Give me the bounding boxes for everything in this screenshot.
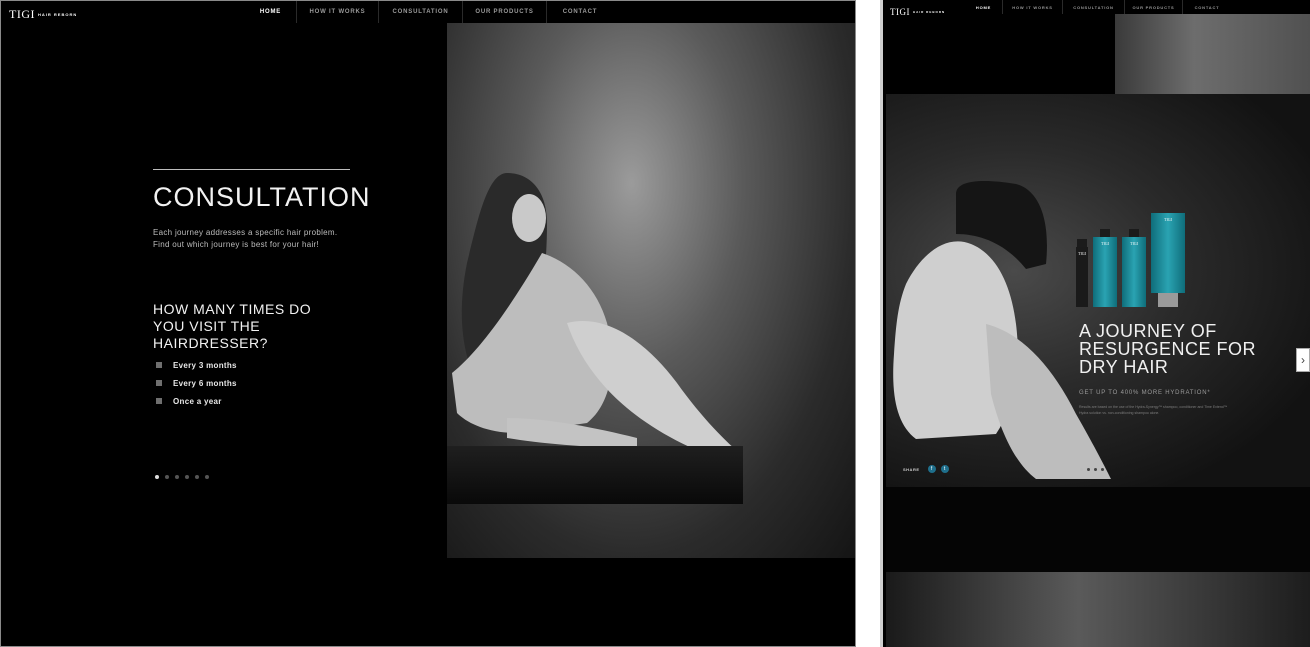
logo-sub-text: HAIR REBORN [913,10,946,14]
chevron-right-icon: › [1301,353,1305,367]
product-lineup: TIGI TIGI TIGI TIGI [1076,213,1190,307]
product-brand: TIGI [1101,241,1109,246]
nav-consultation[interactable]: CONSULTATION [379,1,463,23]
twitter-icon[interactable]: t [940,465,949,473]
checkbox-icon[interactable] [156,362,162,368]
nav-how-it-works[interactable]: HOW IT WORKS [1003,0,1063,14]
nav-consultation[interactable]: CONSULTATION [1063,0,1125,14]
quiz-options: Every 3 months Every 6 months Once a yea… [156,356,237,410]
option-label: Every 6 months [173,378,237,388]
next-slide-arrow-icon[interactable]: › [1296,348,1310,372]
pagination-dot-1[interactable] [1080,468,1083,471]
product-tube-small: TIGI [1076,239,1088,307]
pagination-dot-5[interactable] [195,475,199,479]
nav-home[interactable]: HOME [245,1,297,23]
option-label: Once a year [173,396,222,406]
consultation-description: Each journey addresses a specific hair p… [153,228,338,249]
nav-contact[interactable]: CONTACT [547,1,613,23]
logo-main-text: TIGI [9,7,35,21]
pagination-dot-2[interactable] [1087,468,1090,471]
heading-divider [153,169,350,170]
pagination-dot-1[interactable] [155,475,159,479]
fine-print: Results are based on the use of the Hydr… [1079,405,1228,415]
pagination-dot-4[interactable] [1101,468,1104,471]
lower-band [886,487,1310,572]
top-nav-bar: TIGI HAIR REBORN HOME HOW IT WORKS CONSUL… [1,1,855,23]
product-brand: TIGI [1130,241,1138,246]
nav-contact[interactable]: CONTACT [1183,0,1231,14]
nav-how-it-works[interactable]: HOW IT WORKS [297,1,379,23]
option-every-3-months[interactable]: Every 3 months [156,356,237,374]
page-title: CONSULTATION [153,182,371,212]
share-label: SHARE [903,466,920,472]
product-brand: TIGI [1078,251,1086,256]
option-once-a-year[interactable]: Once a year [156,392,237,410]
bottom-photo [886,572,1310,647]
band-photo [1115,14,1310,94]
checkbox-icon[interactable] [156,398,162,404]
pagination-dots [155,475,215,479]
right-screen: TIGI HAIR REBORN HOME HOW IT WORKS CONSUL… [880,0,1310,647]
journey-title: A JOURNEY OF RESURGENCE FOR DRY HAIR [1079,321,1257,377]
share-bar: SHARE f t [903,465,954,473]
product-bottle-conditioner: TIGI [1122,229,1146,307]
nav-home[interactable]: HOME [965,0,1003,14]
nav-menu: HOME HOW IT WORKS CONSULTATION OUR PRODU… [965,0,1231,14]
facebook-icon[interactable]: f [927,465,936,473]
product-brand: TIGI [1164,217,1172,222]
photo-floor [447,446,743,504]
logo-sub-text: HAIR REBORN [38,12,78,17]
pagination-dot-2[interactable] [165,475,169,479]
top-nav-bar: TIGI HAIR REBORN HOME HOW IT WORKS CONSUL… [883,0,1310,17]
nav-our-products[interactable]: OUR PRODUCTS [463,1,547,23]
left-screen: TIGI HAIR REBORN HOME HOW IT WORKS CONSUL… [0,0,856,647]
tigi-logo[interactable]: TIGI HAIR REBORN [890,2,945,20]
nav-menu: HOME HOW IT WORKS CONSULTATION OUR PRODU… [245,1,613,23]
logo-main-text: TIGI [890,7,910,17]
option-every-6-months[interactable]: Every 6 months [156,374,237,392]
pagination-dots [1080,468,1108,471]
nav-our-products[interactable]: OUR PRODUCTS [1125,0,1183,14]
pagination-dot-3[interactable] [175,475,179,479]
hydration-claim: GET UP TO 400% MORE HYDRATION* [1079,390,1211,396]
pagination-dot-3[interactable] [1094,468,1097,471]
checkbox-icon[interactable] [156,380,162,386]
tigi-logo[interactable]: TIGI HAIR REBORN [9,5,77,23]
quiz-question: HOW MANY TIMES DO YOU VISIT THE HAIRDRES… [153,301,312,351]
pagination-dot-4[interactable] [185,475,189,479]
pagination-dot-6[interactable] [205,475,209,479]
product-bottle-shampoo: TIGI [1093,229,1117,307]
option-label: Every 3 months [173,360,237,370]
product-tube-treatment: TIGI [1151,213,1185,307]
